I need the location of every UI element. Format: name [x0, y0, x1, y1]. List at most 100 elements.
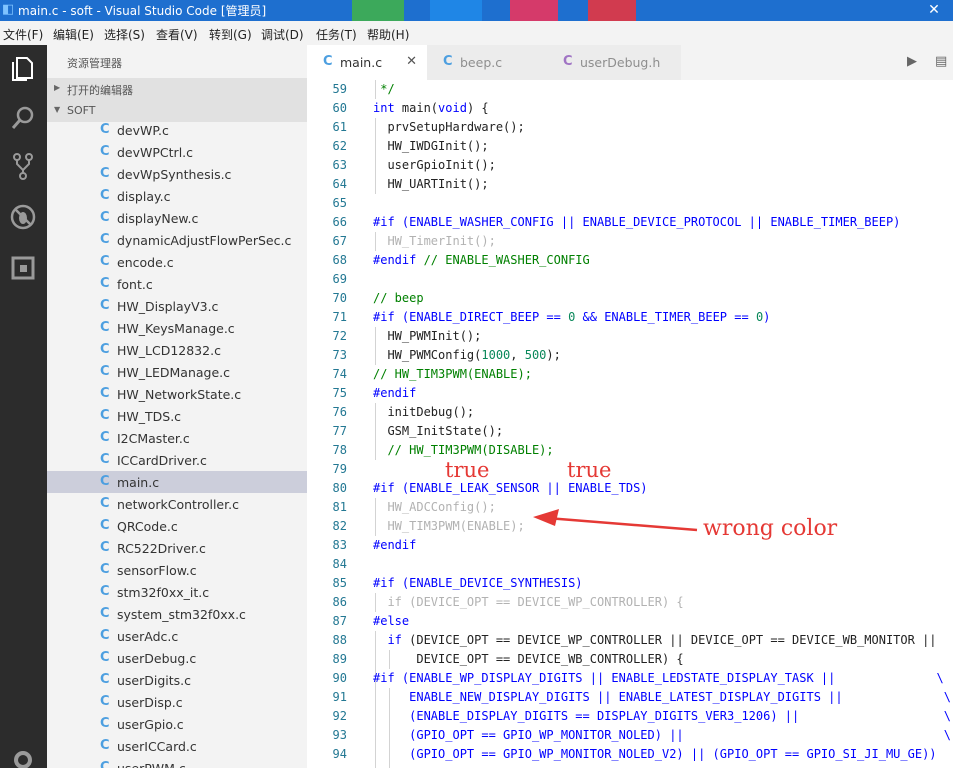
- file-item[interactable]: Cmain.c: [47, 471, 307, 493]
- file-item[interactable]: CuserDebug.c: [47, 647, 307, 669]
- code-line: 93 (GPIO_OPT == GPIO_WP_MONITOR_NOLED) |…: [307, 726, 953, 745]
- file-item[interactable]: CuserDigits.c: [47, 669, 307, 691]
- file-item[interactable]: Cencode.c: [47, 251, 307, 273]
- file-item[interactable]: C HW_DisplayV3.c: [47, 295, 307, 317]
- file-name: QRCode.c: [117, 519, 178, 534]
- code-text: #endif: [373, 386, 417, 400]
- c-file-icon: C: [100, 408, 110, 423]
- file-item[interactable]: CuserAdc.c: [47, 625, 307, 647]
- line-number: 70: [332, 291, 347, 305]
- code-text: HW_ADCConfig();: [373, 500, 496, 514]
- tab-userdebug-h[interactable]: C userDebug.h: [547, 45, 681, 80]
- file-item[interactable]: CsensorFlow.c: [47, 559, 307, 581]
- code-editor[interactable]: 59 */ 60 int main(void) {61 prvSetupHardwa…: [307, 80, 953, 768]
- menu-item[interactable]: 任务(T): [316, 26, 357, 43]
- code-text: // beep: [373, 291, 424, 305]
- file-name: networkController.c: [117, 497, 239, 512]
- code-text: DEVICE_OPT == DEVICE_WB_CONTROLLER) {: [373, 652, 684, 666]
- file-name: dynamicAdjustFlowPerSec.c: [117, 233, 292, 248]
- file-item[interactable]: Cstm32f0xx_it.c: [47, 581, 307, 603]
- tab-beep-c[interactable]: C beep.c: [427, 45, 547, 80]
- file-name: HW_TDS.c: [117, 409, 182, 424]
- line-number: 79: [332, 462, 347, 476]
- tab-main-c[interactable]: C main.c ✕: [307, 45, 427, 80]
- c-file-icon: C: [100, 672, 110, 687]
- file-item[interactable]: C ICCardDriver.c: [47, 449, 307, 471]
- run-icon[interactable]: ▶: [907, 54, 917, 69]
- c-file-icon: C: [100, 166, 110, 181]
- settings-gear-icon[interactable]: [8, 745, 38, 768]
- code-line: 62 HW_IWDGInit();: [307, 137, 953, 156]
- file-item[interactable]: C HW_TDS.c: [47, 405, 307, 427]
- line-number: 80: [332, 481, 347, 495]
- extensions-icon[interactable]: [8, 253, 38, 283]
- menu-item[interactable]: 调试(D): [261, 26, 304, 43]
- code-line: 76 initDebug();: [307, 403, 953, 422]
- file-item[interactable]: Csystem_stm32f0xx.c: [47, 603, 307, 625]
- file-item[interactable]: CdevWpSynthesis.c: [47, 163, 307, 185]
- code-text: initDebug();: [373, 405, 475, 419]
- file-item[interactable]: C I2CMaster.c: [47, 427, 307, 449]
- line-number: 61: [332, 120, 347, 134]
- annotation-arrow: [533, 509, 698, 532]
- line-number: 67: [332, 234, 347, 248]
- c-file-icon: C: [100, 144, 110, 159]
- code-line: 77 GSM_InitState();: [307, 422, 953, 441]
- file-item[interactable]: CuserPWM.c: [47, 757, 307, 768]
- c-file-icon: C: [100, 540, 110, 555]
- menu-item[interactable]: 帮助(H): [367, 26, 409, 43]
- menu-item[interactable]: 转到(G): [209, 26, 252, 43]
- file-item[interactable]: CuserGpio.c: [47, 713, 307, 735]
- split-editor-icon[interactable]: ▤: [935, 54, 947, 69]
- menu-item[interactable]: 选择(S): [104, 26, 145, 43]
- code-text: ENABLE_NEW_DISPLAY_DIGITS || ENABLE_LATE…: [373, 690, 951, 704]
- annotation-wrong-color: wrong color: [703, 516, 838, 541]
- debug-icon[interactable]: [8, 202, 38, 232]
- close-icon[interactable]: ✕: [406, 54, 417, 69]
- file-item[interactable]: C HW_NetworkState.c: [47, 383, 307, 405]
- file-item[interactable]: C HW_LEDManage.c: [47, 361, 307, 383]
- search-icon[interactable]: [8, 103, 38, 133]
- file-item[interactable]: Cdisplay.c: [47, 185, 307, 207]
- menu-item[interactable]: 文件(F): [3, 26, 43, 43]
- file-item[interactable]: C QRCode.c: [47, 515, 307, 537]
- file-name: HW_LCD12832.c: [117, 343, 221, 358]
- file-item[interactable]: CdevWP.c: [47, 119, 307, 141]
- annotation-true-left: true: [445, 458, 490, 482]
- code-text: #endif // ENABLE_WASHER_CONFIG: [373, 253, 590, 267]
- tab-label: beep.c: [460, 55, 503, 70]
- file-item[interactable]: CuserICCard.c: [47, 735, 307, 757]
- file-name: font.c: [117, 277, 153, 292]
- menu-item[interactable]: 查看(V): [156, 26, 198, 43]
- code-line: 59 */: [307, 80, 953, 99]
- file-item[interactable]: C HW_KeysManage.c: [47, 317, 307, 339]
- file-name: stm32f0xx_it.c: [117, 585, 210, 600]
- file-item[interactable]: Cfont.c: [47, 273, 307, 295]
- file-item[interactable]: CdisplayNew.c: [47, 207, 307, 229]
- code-text: */: [373, 82, 395, 96]
- file-item[interactable]: CuserDisp.c: [47, 691, 307, 713]
- c-file-icon: C: [100, 188, 110, 203]
- chevron-right-icon: ▶: [54, 83, 61, 92]
- file-item[interactable]: CnetworkController.c: [47, 493, 307, 515]
- tab-label: main.c: [340, 55, 383, 70]
- file-item[interactable]: CdevWPCtrl.c: [47, 141, 307, 163]
- code-text: GSM_InitState();: [373, 424, 504, 438]
- code-line: 91 ENABLE_NEW_DISPLAY_DIGITS || ENABLE_L…: [307, 688, 953, 707]
- window-close-button[interactable]: ✕: [915, 0, 953, 21]
- c-file-icon: C: [100, 562, 110, 577]
- source-control-icon[interactable]: [8, 151, 38, 181]
- menu-item[interactable]: 编辑(E): [53, 26, 94, 43]
- open-editors-section[interactable]: ▶ 打开的编辑器: [47, 78, 307, 100]
- line-number: 87: [332, 614, 347, 628]
- file-item[interactable]: C HW_LCD12832.c: [47, 339, 307, 361]
- line-number: 82: [332, 519, 347, 533]
- c-file-icon: C: [100, 386, 110, 401]
- line-number: 62: [332, 139, 347, 153]
- c-file-icon: C: [100, 342, 110, 357]
- file-item[interactable]: C RC522Driver.c: [47, 537, 307, 559]
- explorer-icon[interactable]: [8, 53, 38, 83]
- file-name: encode.c: [117, 255, 174, 270]
- chevron-down-icon: ▼: [54, 105, 61, 114]
- file-item[interactable]: CdynamicAdjustFlowPerSec.c: [47, 229, 307, 251]
